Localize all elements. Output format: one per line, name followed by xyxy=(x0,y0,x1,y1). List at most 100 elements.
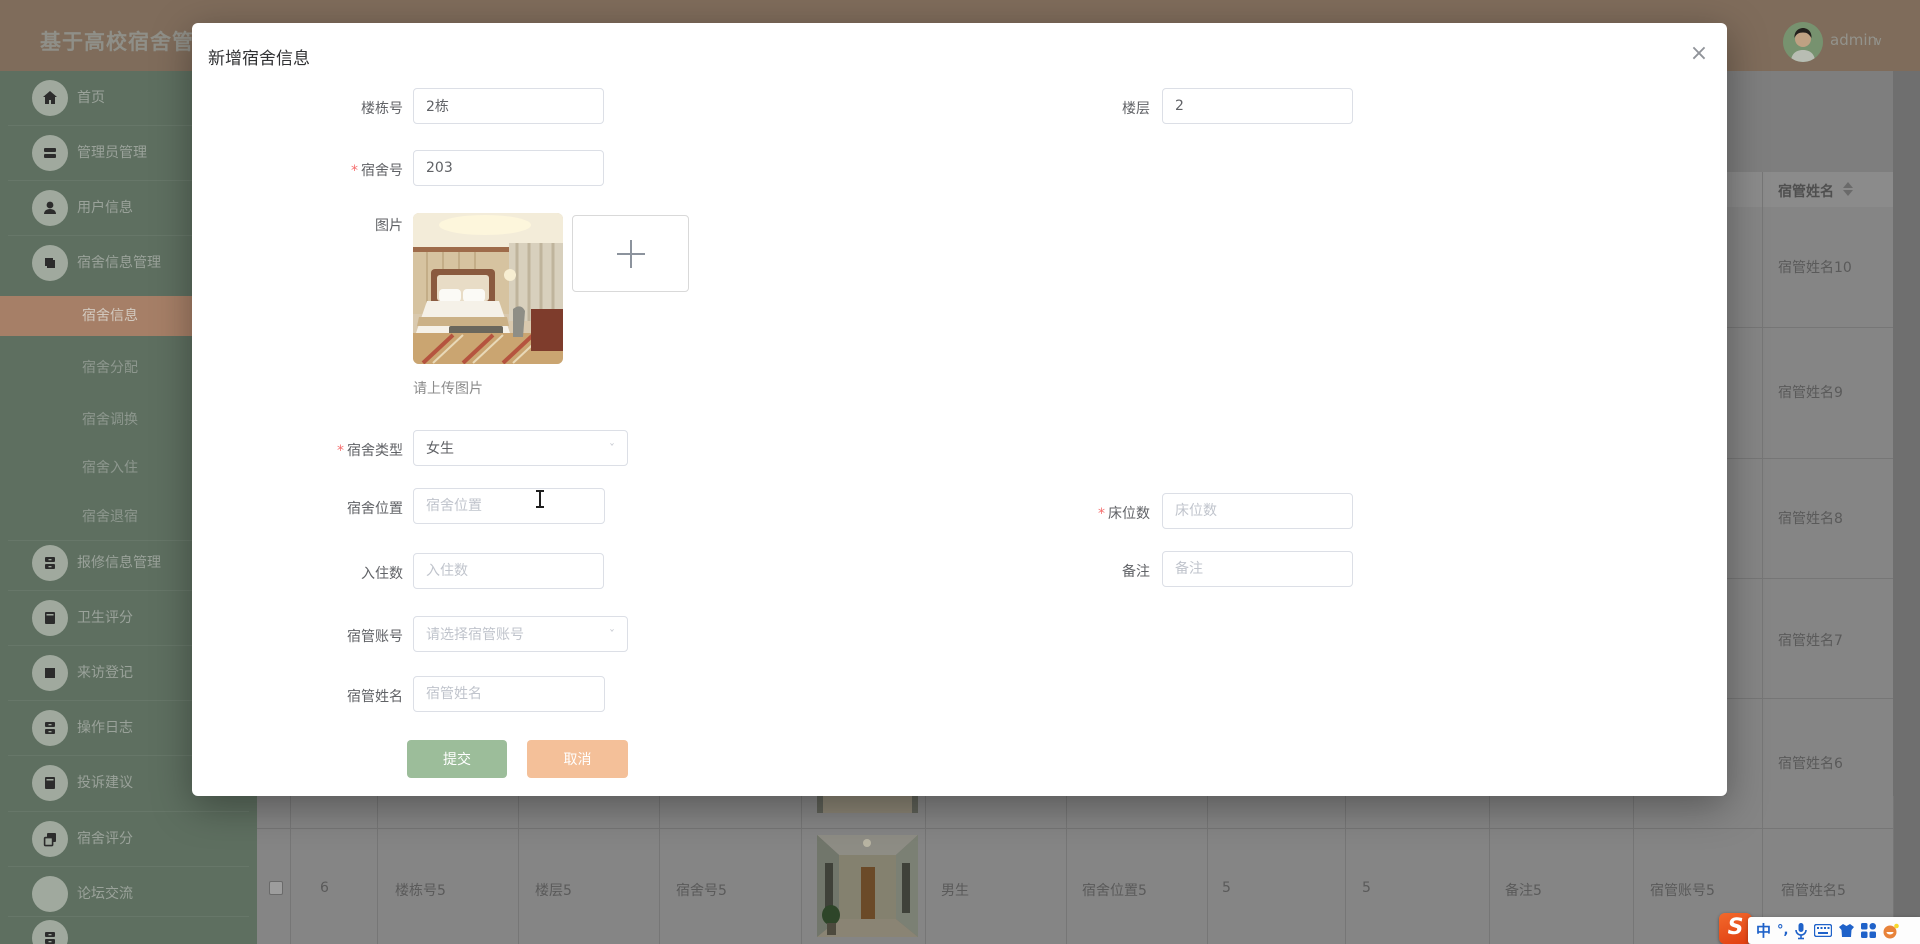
chevron-down-icon: ˅ xyxy=(609,628,615,640)
table-cell-type: 男生 xyxy=(941,883,969,899)
sidebar-item-14[interactable]: 宿舍评分 xyxy=(0,819,257,859)
building-input[interactable] xyxy=(413,88,604,124)
sidebar-item-16[interactable] xyxy=(0,918,257,944)
column-header-manager-name[interactable]: 宿管姓名 xyxy=(1778,181,1834,201)
close-icon[interactable]: × xyxy=(1684,39,1714,69)
punctuation-icon[interactable]: °, xyxy=(1777,923,1788,938)
table-cell-index: 6 xyxy=(320,880,329,896)
manager-account-select[interactable]: 请选择宿管账号 ˅ xyxy=(413,616,628,652)
list-icon xyxy=(32,135,68,171)
table-row-divider xyxy=(1727,698,1893,699)
type-label: * 宿舍类型 xyxy=(337,443,403,459)
table-column-divider xyxy=(290,796,291,944)
sort-icon[interactable] xyxy=(1843,182,1853,196)
table-cell-remark: 备注5 xyxy=(1505,883,1542,899)
cancel-button[interactable]: 取消 xyxy=(527,740,628,778)
user-name[interactable]: admin xyxy=(1830,31,1877,49)
sidebar-item-label: 宿舍调换 xyxy=(82,412,138,428)
sidebar-item-label: 管理员管理 xyxy=(77,145,147,161)
room-input[interactable] xyxy=(413,150,604,186)
manager-name-cell: 宿管姓名8 xyxy=(1778,511,1843,527)
type-select[interactable]: 女生 ˅ xyxy=(413,430,628,466)
table-column-divider xyxy=(659,796,660,944)
row-image-partial xyxy=(817,796,918,813)
row-checkbox[interactable] xyxy=(269,881,283,895)
sidebar-item-label: 首页 xyxy=(77,90,105,106)
emoji-icon[interactable] xyxy=(1882,923,1900,939)
sidebar-item-label: 论坛交流 xyxy=(77,886,133,902)
table-row-divider xyxy=(1727,458,1893,459)
sidebar-item-label: 投诉建议 xyxy=(77,775,133,791)
table-column-divider xyxy=(801,796,802,944)
table-column-divider xyxy=(1066,796,1067,944)
table-cell-floor: 楼层5 xyxy=(535,883,572,899)
user-menu-chevron-icon[interactable]: ∨ xyxy=(1874,34,1883,48)
sidebar-item-label: 宿舍信息 xyxy=(82,308,138,324)
occupancy-input[interactable] xyxy=(413,553,604,589)
drawer-icon xyxy=(32,545,68,581)
manager-name-cell: 宿管姓名10 xyxy=(1778,260,1852,276)
sidebar-item-label: 宿舍分配 xyxy=(82,360,138,376)
room-label: * 宿舍号 xyxy=(351,163,403,179)
building-label: 楼栋号 xyxy=(361,101,403,117)
sidebar-item-label: 用户信息 xyxy=(77,200,133,216)
toolbox-icon[interactable] xyxy=(1861,923,1877,938)
add-dorm-dialog: 新增宿舍信息 × 楼栋号 楼层 *宿舍号 图片 xyxy=(192,23,1727,796)
dorm-corridor-image[interactable] xyxy=(817,835,918,937)
box-icon xyxy=(32,245,68,281)
avatar[interactable] xyxy=(1783,22,1823,62)
location-label: 宿舍位置 xyxy=(347,501,403,517)
remark-label: 备注 xyxy=(1122,564,1150,580)
app-title: 基于高校宿舍管理 xyxy=(40,30,216,54)
submit-button[interactable]: 提交 xyxy=(407,740,507,778)
floor-input[interactable] xyxy=(1162,88,1353,124)
dialog-title: 新增宿舍信息 xyxy=(208,49,310,69)
drawer-icon xyxy=(32,920,68,944)
table-column-divider xyxy=(377,796,378,944)
text-cursor xyxy=(534,489,546,509)
sidebar-item-label: 卫生评分 xyxy=(77,610,133,626)
table-cell-location: 宿舍位置5 xyxy=(1082,883,1147,899)
skin-icon[interactable] xyxy=(1838,923,1855,938)
beds-label: * 床位数 xyxy=(1098,506,1150,522)
chevron-down-icon: ˅ xyxy=(609,442,615,454)
table-cell-building: 楼栋号5 xyxy=(395,883,446,899)
manager-name-input[interactable] xyxy=(413,676,605,712)
table-cell-manager_account: 宿管账号5 xyxy=(1650,883,1715,899)
beds-input[interactable] xyxy=(1162,493,1353,529)
upload-add-button[interactable] xyxy=(572,215,689,292)
sidebar-divider xyxy=(8,916,249,917)
sidebar-item-label: 宿舍评分 xyxy=(77,831,133,847)
table-cell-occupancy: 5 xyxy=(1362,880,1371,896)
keyboard-icon[interactable] xyxy=(1814,924,1833,937)
sidebar-item-15[interactable]: 论坛交流 xyxy=(0,874,257,914)
table-bottom-strip xyxy=(257,796,1893,944)
microphone-icon[interactable] xyxy=(1794,922,1808,940)
app-root: 基于高校宿舍管理 admin ∨ 首页 管理员管理 用户信息 宿舍信息管理 宿舍信息 宿舍… xyxy=(0,0,1920,944)
sidebar-item-label: 操作日志 xyxy=(77,720,133,736)
manager-account-label: 宿管账号 xyxy=(347,629,403,645)
sidebar-item-label: 宿舍入住 xyxy=(82,460,138,476)
book-icon xyxy=(32,765,68,801)
uploaded-room-image[interactable] xyxy=(413,213,563,364)
floor-label: 楼层 xyxy=(1122,101,1150,117)
sidebar-item-label: 宿舍退宿 xyxy=(82,509,138,525)
location-input[interactable] xyxy=(413,488,605,524)
ime-mode-icon[interactable]: 中 xyxy=(1756,920,1771,941)
sidebar-item-label: 来访登记 xyxy=(77,665,133,681)
table-column-divider xyxy=(1633,796,1634,944)
upload-tip: 请上传图片 xyxy=(413,381,483,397)
book-icon xyxy=(32,600,68,636)
table-column-divider xyxy=(925,796,926,944)
user-icon xyxy=(32,190,68,226)
table-row-divider xyxy=(1727,327,1893,328)
occupancy-label: 入住数 xyxy=(361,566,403,582)
plus-icon xyxy=(616,239,645,268)
home-icon xyxy=(32,80,68,116)
none xyxy=(32,876,68,912)
remark-input[interactable] xyxy=(1162,551,1353,587)
table-row-divider xyxy=(1727,578,1893,579)
table-column-divider xyxy=(1345,796,1346,944)
table-column-divider xyxy=(1207,796,1208,944)
table-body-sliver xyxy=(1727,207,1893,796)
